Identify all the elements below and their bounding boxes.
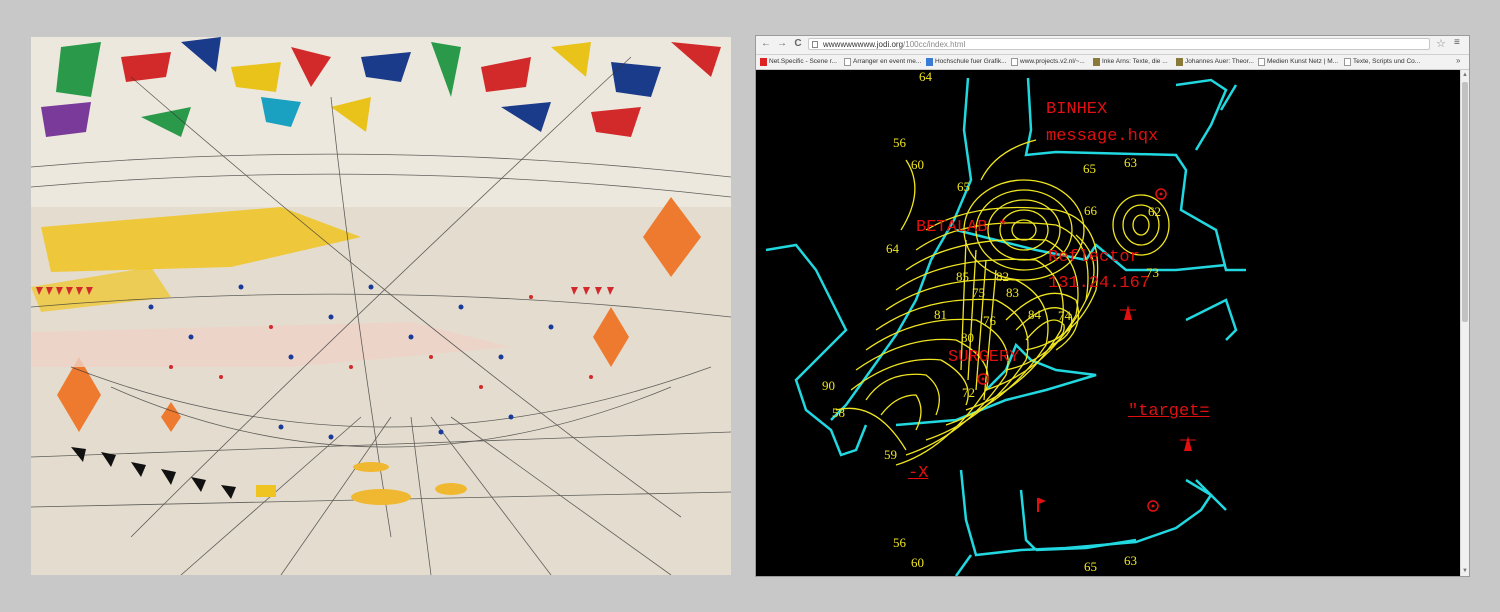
bookmarks-bar: Net.Specific - Scene r... Arranger en ev…: [756, 55, 1469, 70]
contour-value: 72: [962, 385, 975, 400]
address-bar[interactable]: wwwwwwwww.jodi.org/100cc/index.html: [808, 38, 1430, 50]
contour-value: 90: [822, 378, 835, 393]
bookmark-favicon-icon: [760, 58, 767, 66]
contour-value: 85: [956, 269, 969, 284]
label-ip-address[interactable]: 131.24.167: [1048, 274, 1150, 294]
contour-value: 82: [996, 269, 1009, 284]
bookmark-favicon-icon: [926, 58, 933, 66]
contour-value: 81: [934, 307, 947, 322]
contour-value: 63: [1124, 155, 1137, 170]
antenna-icon: [1120, 305, 1136, 320]
contour-value: 83: [1006, 285, 1019, 300]
label-x[interactable]: -X: [908, 464, 928, 484]
menu-icon[interactable]: ≡: [1454, 37, 1460, 48]
contour-value: 60: [911, 555, 924, 570]
bookmark-page-icon: [1011, 58, 1018, 66]
contour-value: 65: [1083, 161, 1096, 176]
flag-icon: [1037, 498, 1046, 512]
label-reflector[interactable]: Reflector: [1048, 248, 1140, 268]
contour-value: 64: [886, 241, 899, 256]
bookmark-item[interactable]: Inke Arns: Texte, die ...: [1093, 57, 1168, 67]
contour-value: 76: [983, 313, 996, 328]
url-path: /100cc/index.html: [903, 40, 966, 49]
page-icon: [812, 41, 818, 48]
contour-value: 59: [884, 447, 897, 462]
contour-value: 60: [911, 157, 924, 172]
contour-value: 63: [1124, 553, 1137, 568]
contour-value: 65: [1084, 559, 1097, 574]
contour-value: 84: [1028, 307, 1041, 322]
contour-value: 74: [1058, 308, 1071, 323]
label-binhex[interactable]: BINHEX: [1046, 100, 1107, 120]
bookmark-item[interactable]: Arranger en event me...: [844, 57, 921, 67]
page-viewport: BINHEX message.hqx BETALAB * Reflector 1…: [756, 70, 1460, 576]
scroll-thumb[interactable]: [1462, 82, 1468, 322]
contour-value: 66: [1084, 203, 1097, 218]
url-host: wwwwwwwww.jodi.org: [823, 40, 904, 49]
bookmark-item[interactable]: www.projects.v2.nl/~...: [1011, 57, 1085, 67]
contour-value: 56: [893, 135, 906, 150]
scroll-up-icon[interactable]: ▲: [1461, 71, 1469, 79]
contour-value: 73: [1146, 265, 1159, 280]
browser-window: ← → C wwwwwwwww.jodi.org/100cc/index.htm…: [755, 35, 1470, 577]
bookmark-page-icon: [1258, 58, 1265, 66]
contour-value: 80: [961, 330, 974, 345]
vertical-scrollbar[interactable]: ▲ ▼: [1460, 70, 1469, 576]
bookmark-item[interactable]: Medien Kunst Netz | M...: [1258, 57, 1338, 67]
browser-toolbar: ← → C wwwwwwwww.jodi.org/100cc/index.htm…: [756, 36, 1469, 55]
contour-value: 65: [957, 179, 970, 194]
bookmark-page-icon: [844, 58, 851, 66]
contour-lines: [835, 139, 1170, 466]
reload-button[interactable]: C: [792, 38, 804, 50]
bookmark-item[interactable]: Texte, Scripts und Co...: [1344, 57, 1420, 67]
bookmark-favicon-icon: [1093, 58, 1100, 66]
back-button[interactable]: ←: [760, 38, 772, 50]
contour-value: 64: [919, 70, 932, 84]
bookmark-item[interactable]: Hochschule fuer Grafik...: [926, 57, 1007, 67]
contour-value: 58: [832, 405, 845, 420]
contour-value: 62: [1148, 204, 1161, 219]
label-target[interactable]: "target=: [1128, 402, 1210, 422]
label-surgery[interactable]: SURGERY: [948, 348, 1019, 368]
antenna-icon: [1180, 436, 1196, 451]
bookmark-item[interactable]: Net.Specific - Scene r...: [760, 57, 837, 67]
contour-value: 75: [972, 285, 985, 300]
abstract-painting: [31, 37, 731, 575]
label-betalab[interactable]: BETALAB *: [916, 218, 1008, 238]
bookmark-item[interactable]: Johannes Auer: Theor...: [1176, 57, 1254, 67]
scroll-down-icon[interactable]: ▼: [1461, 567, 1469, 575]
bookmark-star-icon[interactable]: ☆: [1436, 37, 1446, 50]
label-message-hqx[interactable]: message.hqx: [1046, 127, 1158, 147]
bookmark-favicon-icon: [1176, 58, 1183, 66]
contour-value: 56: [893, 535, 906, 550]
bookmark-page-icon: [1344, 58, 1351, 66]
bookmarks-overflow-icon[interactable]: »: [1456, 56, 1460, 65]
forward-button[interactable]: →: [776, 38, 788, 50]
painting-artwork: [31, 37, 731, 575]
